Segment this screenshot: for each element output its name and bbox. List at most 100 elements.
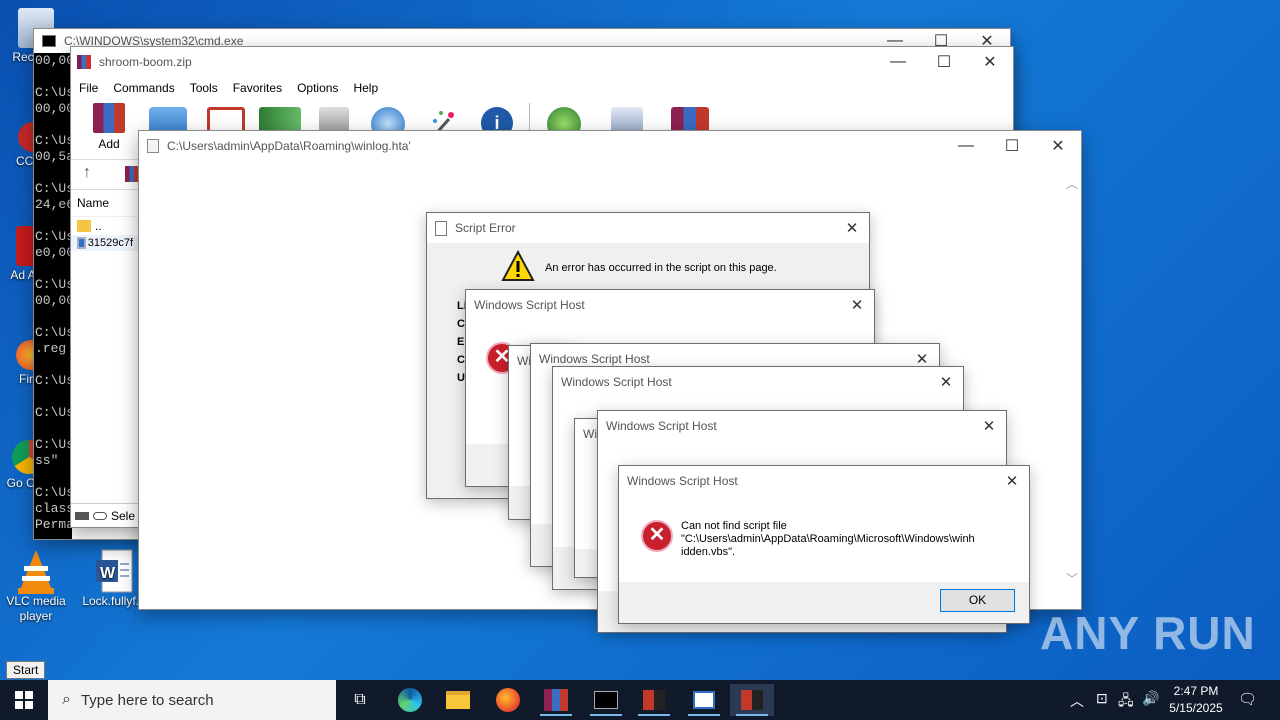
- close-button[interactable]: ✕: [999, 468, 1025, 494]
- hta-title: C:\Users\admin\AppData\Roaming\winlog.ht…: [167, 139, 411, 153]
- path-bar: ↑: [71, 159, 141, 187]
- maximize-button[interactable]: ☐: [921, 47, 967, 77]
- active-indicator: [590, 714, 622, 716]
- task-view-icon[interactable]: ⧉: [338, 684, 382, 716]
- anyrun-watermark: ANY RUN: [1040, 606, 1256, 660]
- network-icon[interactable]: 🖧: [1118, 690, 1134, 714]
- menu-favorites[interactable]: Favorites: [233, 81, 282, 95]
- cmd-console[interactable]: 00,00 C:\Us 00,00 C:\Us 00,5a C:\Us 24,e6 C:\Us…: [34, 53, 72, 539]
- volume-icon[interactable]: 🔊: [1142, 690, 1159, 707]
- wsh-titlebar[interactable]: Windows Script Host: [598, 411, 1006, 441]
- active-indicator: [540, 714, 572, 716]
- start-button[interactable]: [2, 684, 46, 716]
- console-line: 00,5a: [35, 149, 72, 164]
- vlc-cone-icon: [14, 548, 58, 594]
- winrar-titlebar[interactable]: shroom-boom.zip — ☐ ✕: [71, 47, 1013, 77]
- minimize-button[interactable]: —: [875, 47, 921, 77]
- edge-icon[interactable]: [388, 684, 432, 716]
- wsh-titlebar[interactable]: Windows Script Host: [553, 367, 963, 397]
- menu-file[interactable]: File: [79, 81, 98, 95]
- console-line: C:\Us: [35, 325, 72, 340]
- console-line: 00,00: [35, 101, 72, 116]
- firefox-taskbar-icon[interactable]: [486, 684, 530, 716]
- scroll-up-icon[interactable]: ︿: [1066, 175, 1078, 192]
- up-arrow-icon[interactable]: ↑: [83, 164, 91, 182]
- error-x-icon: ✕: [641, 520, 673, 552]
- search-placeholder: Type here to search: [80, 691, 214, 709]
- script-host-taskbar-icon[interactable]: [632, 684, 676, 716]
- cmd-taskbar-icon[interactable]: [584, 684, 628, 716]
- add-button[interactable]: Add: [89, 103, 129, 153]
- minimize-button[interactable]: —: [943, 131, 989, 161]
- desktop-icon-label: VLC media player: [6, 594, 66, 623]
- wsh-title: Windows Script Host: [627, 474, 738, 488]
- scroll-down-icon[interactable]: ﹀: [1066, 570, 1078, 587]
- winrar-taskbar-icon[interactable]: [534, 684, 578, 716]
- console-line: C:\Us: [35, 133, 72, 148]
- hta-titlebar[interactable]: C:\Users\admin\AppData\Roaming\winlog.ht…: [139, 131, 1081, 161]
- close-button[interactable]: ✕: [976, 413, 1002, 439]
- hta-scrollbar[interactable]: ︿ ﹀: [1063, 169, 1081, 599]
- console-line: C:\Us: [35, 373, 72, 388]
- status-bar: Sele: [71, 503, 141, 527]
- word-document-icon: W: [92, 548, 136, 593]
- mmc-taskbar-icon[interactable]: [682, 684, 726, 716]
- maximize-button[interactable]: ☐: [989, 131, 1035, 161]
- archive-path-icon: [125, 166, 139, 182]
- close-button[interactable]: ✕: [839, 215, 865, 241]
- drive-icon: [75, 511, 89, 520]
- clock-date: 5/15/2025: [1169, 701, 1223, 715]
- close-button[interactable]: ✕: [967, 47, 1013, 77]
- desktop-icon-label: Fir: [19, 372, 33, 386]
- watermark-text: ANY RUN: [1040, 607, 1256, 659]
- wsh-titlebar[interactable]: Windows Script Host: [466, 290, 874, 320]
- ok-button[interactable]: OK: [940, 589, 1015, 612]
- column-header-name[interactable]: Name: [71, 190, 139, 217]
- folder-icon: [77, 220, 91, 232]
- script-error-titlebar[interactable]: Script Error: [427, 213, 869, 243]
- close-button[interactable]: ✕: [844, 292, 870, 318]
- wsh-title: Wi: [583, 427, 597, 441]
- desktop-icon-label: Lock.fullyf...: [82, 594, 146, 608]
- taskbar-search-box[interactable]: ⌕ Type here to search: [48, 680, 336, 720]
- close-button[interactable]: ✕: [1035, 131, 1081, 161]
- chevron-up-icon[interactable]: ︿: [1070, 691, 1084, 711]
- add-archive-icon: [93, 103, 125, 133]
- close-button[interactable]: ✕: [933, 369, 959, 395]
- console-line: C:\Us: [35, 229, 72, 244]
- console-line: e0,00: [35, 245, 72, 260]
- menu-tools[interactable]: Tools: [190, 81, 218, 95]
- console-line: 00,00: [35, 53, 72, 68]
- document-icon: [435, 220, 447, 236]
- list-item-label: 31529c7f: [87, 237, 133, 249]
- menu-commands[interactable]: Commands: [113, 81, 174, 95]
- list-item[interactable]: ..: [71, 217, 139, 235]
- console-line: C:\Us: [35, 277, 72, 292]
- status-text: Sele: [111, 508, 136, 523]
- wsh-titlebar[interactable]: Windows Script Host: [619, 466, 1029, 496]
- clock[interactable]: 2:47 PM 5/15/2025: [1164, 683, 1228, 717]
- device-icon[interactable]: ⊡: [1096, 690, 1108, 707]
- winrar-menubar: File Commands Tools Favorites Options He…: [71, 77, 1013, 99]
- menu-help[interactable]: Help: [353, 81, 378, 95]
- taskbar: ⌕ Type here to search ⧉ ︿ ⊡ 🖧 🔊 2:47 PM …: [0, 680, 1280, 720]
- file-explorer-icon[interactable]: [436, 684, 480, 716]
- desktop-icon-vlc[interactable]: VLC media player: [0, 548, 72, 624]
- winrar-app-icon: [77, 55, 91, 69]
- active-indicator: [688, 714, 720, 716]
- list-item[interactable]: 31529c7f: [71, 235, 139, 251]
- notification-icon[interactable]: 🗨: [1238, 690, 1257, 708]
- hta-taskbar-icon[interactable]: [730, 684, 774, 716]
- wsh-dialog-front[interactable]: Windows Script Host ✕ ✕ Can not find scr…: [618, 465, 1030, 624]
- console-line: Permanently d: [35, 517, 72, 532]
- menu-options[interactable]: Options: [297, 81, 338, 95]
- console-line: C:\Us: [35, 437, 72, 452]
- wsh-message-line: "C:\Users\admin\AppData\Roaming\Microsof…: [681, 533, 975, 545]
- search-icon: ⌕: [62, 691, 71, 708]
